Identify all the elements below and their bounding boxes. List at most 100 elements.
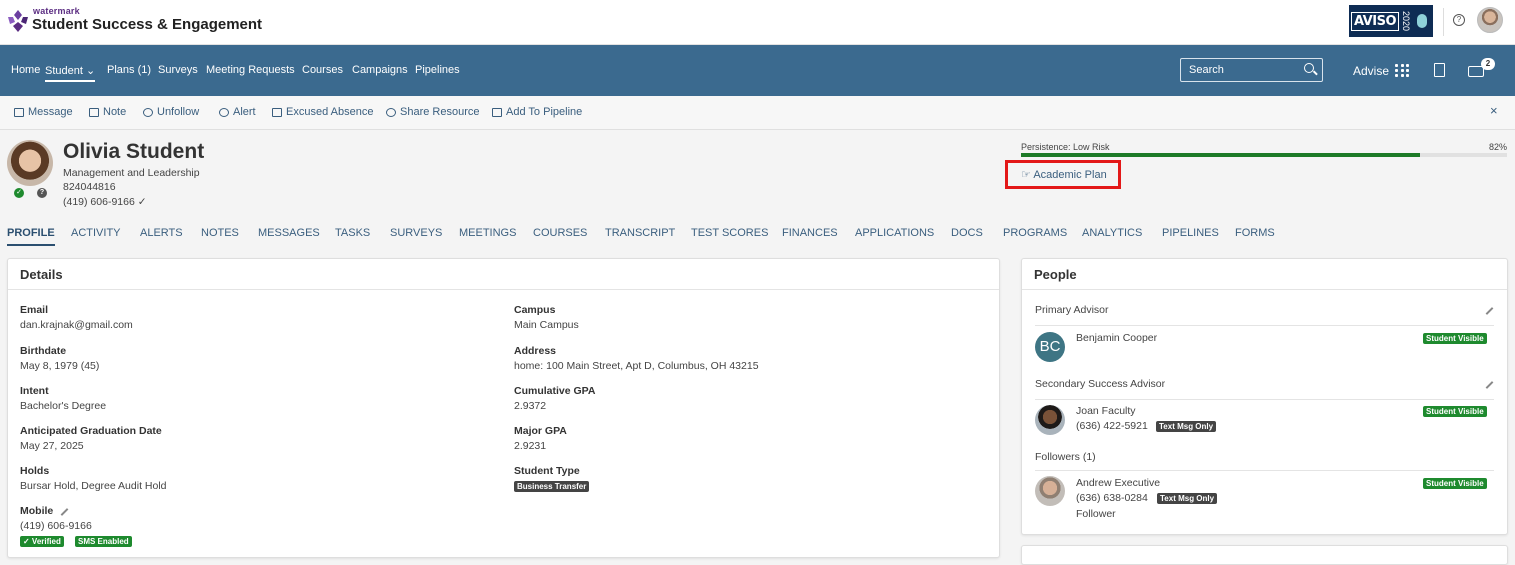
conference-badge[interactable]: AVISO 2020 [1349,5,1433,37]
conference-logo-icon [1417,14,1427,28]
persistence-bar [1021,153,1507,157]
unfollow-action-label: Unfollow [157,106,200,118]
edit-pencil-icon[interactable] [60,508,69,516]
people-card: People Primary Advisor BC Benjamin Coope… [1021,258,1508,535]
add-to-pipeline-action[interactable]: Add To Pipeline [492,106,582,118]
graduation-cap-icon: ☞ [1021,169,1031,181]
cumulative-gpa-label: Cumulative GPA [514,385,596,397]
primary-advisor-name[interactable]: Benjamin Cooper [1076,332,1157,344]
app-title[interactable]: Student Success & Engagement [32,16,262,33]
share-resource-action[interactable]: Share Resource [386,106,480,118]
secondary-advisor-name[interactable]: Joan Faculty [1076,405,1136,417]
unfollow-action[interactable]: Unfollow [143,106,199,118]
edit-pencil-icon[interactable] [1485,307,1494,315]
search-input[interactable]: Search [1180,58,1323,82]
inbox-count-badge: 2 [1481,58,1495,70]
holds-value: Bursar Hold, Degree Audit Hold [20,480,167,492]
person-minus-icon [143,107,153,117]
tab-courses[interactable]: COURSES [533,227,587,239]
note-action-label: Note [103,106,127,118]
nav-courses[interactable]: Courses [302,64,343,76]
nav-student[interactable]: Student ⌄ [45,64,96,82]
academic-plan-label: Academic Plan [1033,169,1107,181]
message-action-label: Message [28,106,73,118]
verified-badge: ✓ Verified [20,536,64,547]
tab-applications[interactable]: APPLICATIONS [855,227,934,239]
academic-plan-link[interactable]: ☞ Academic Plan [1005,160,1121,189]
sms-enabled-badge: SMS Enabled [75,536,132,547]
tab-meetings[interactable]: MEETINGS [459,227,516,239]
document-icon[interactable] [1434,63,1445,77]
intent-label: Intent [20,385,49,397]
follower-avatar[interactable] [1035,476,1065,506]
follower-name[interactable]: Andrew Executive [1076,477,1160,489]
top-header: watermark Student Success & Engagement [0,0,1515,45]
tab-finances[interactable]: FINANCES [782,227,838,239]
secondary-divider [1035,399,1494,400]
nav-pipelines[interactable]: Pipelines [415,64,460,76]
primary-divider [1035,325,1494,326]
secondary-advisor-avatar[interactable] [1035,405,1065,435]
email-value: dan.krajnak@gmail.com [20,319,133,331]
follower-role: Follower [1076,508,1116,520]
tab-alerts[interactable]: ALERTS [140,227,183,239]
student-phone: (419) 606-9166 ✓ [63,196,147,208]
edit-pencil-icon[interactable] [1485,381,1494,389]
tab-forms[interactable]: FORMS [1235,227,1275,239]
tab-messages[interactable]: MESSAGES [258,227,320,239]
tab-profile[interactable]: PROFILE [7,227,55,246]
birthdate-value: May 8, 1979 (45) [20,360,100,372]
conference-badge-text: AVISO [1351,11,1399,31]
address-label: Address [514,345,557,357]
share-icon [386,107,396,117]
intent-value: Bachelor's Degree [20,400,107,412]
student-name: Olivia Student [63,140,205,163]
nav-plans[interactable]: Plans (1) [107,64,151,76]
nav-surveys[interactable]: Surveys [158,64,198,76]
tab-pipelines[interactable]: PIPELINES [1162,227,1219,239]
text-msg-only-badge: Text Msg Only [1157,493,1218,504]
pipeline-icon [492,107,502,117]
tab-test-scores[interactable]: TEST SCORES [691,227,768,239]
primary-advisor-avatar[interactable]: BC [1035,332,1065,362]
apps-grid-icon[interactable] [1395,64,1409,77]
excused-absence-action-label: Excused Absence [286,106,374,118]
campus-value: Main Campus [514,319,579,331]
help-icon[interactable]: ? [1453,14,1465,26]
note-action[interactable]: Note [89,106,126,118]
mobile-value: (419) 606-9166 [20,520,92,532]
tab-tasks[interactable]: TASKS [335,227,370,239]
persistence-percent: 82% [1489,142,1508,152]
student-visible-badge: Student Visible [1423,478,1487,489]
search-icon[interactable] [1304,63,1314,73]
holds-label: Holds [20,465,50,477]
question-icon[interactable]: ? [37,188,47,198]
watermark-logo-icon[interactable] [8,10,28,32]
tab-transcript[interactable]: TRANSCRIPT [605,227,675,239]
message-action[interactable]: Message [14,106,73,118]
tab-programs[interactable]: PROGRAMS [1003,227,1067,239]
tab-activity[interactable]: ACTIVITY [71,227,121,239]
close-icon[interactable]: × [1490,103,1498,118]
excused-absence-action[interactable]: Excused Absence [272,106,373,118]
alert-action-label: Alert [233,106,256,118]
nav-campaigns[interactable]: Campaigns [352,64,408,76]
tab-notes[interactable]: NOTES [201,227,239,239]
tab-analytics[interactable]: ANALYTICS [1082,227,1142,239]
mobile-label: Mobile [20,505,54,517]
nav-home[interactable]: Home [11,64,40,76]
major-gpa-label: Major GPA [514,425,567,437]
user-avatar[interactable] [1477,7,1503,33]
student-program: Management and Leadership [63,167,200,179]
bell-icon [219,107,229,117]
tab-surveys[interactable]: SURVEYS [390,227,442,239]
share-resource-action-label: Share Resource [400,106,480,118]
tab-docs[interactable]: DOCS [951,227,983,239]
advise-menu-label[interactable]: Advise [1353,64,1389,78]
major-gpa-value: 2.9231 [514,440,547,452]
alert-action[interactable]: Alert [219,106,256,118]
nav-meeting-requests[interactable]: Meeting Requests [206,64,295,76]
address-value: home: 100 Main Street, Apt D, Columbus, … [514,360,759,372]
graduation-date-label: Anticipated Graduation Date [20,425,162,437]
followers-divider [1035,470,1494,471]
